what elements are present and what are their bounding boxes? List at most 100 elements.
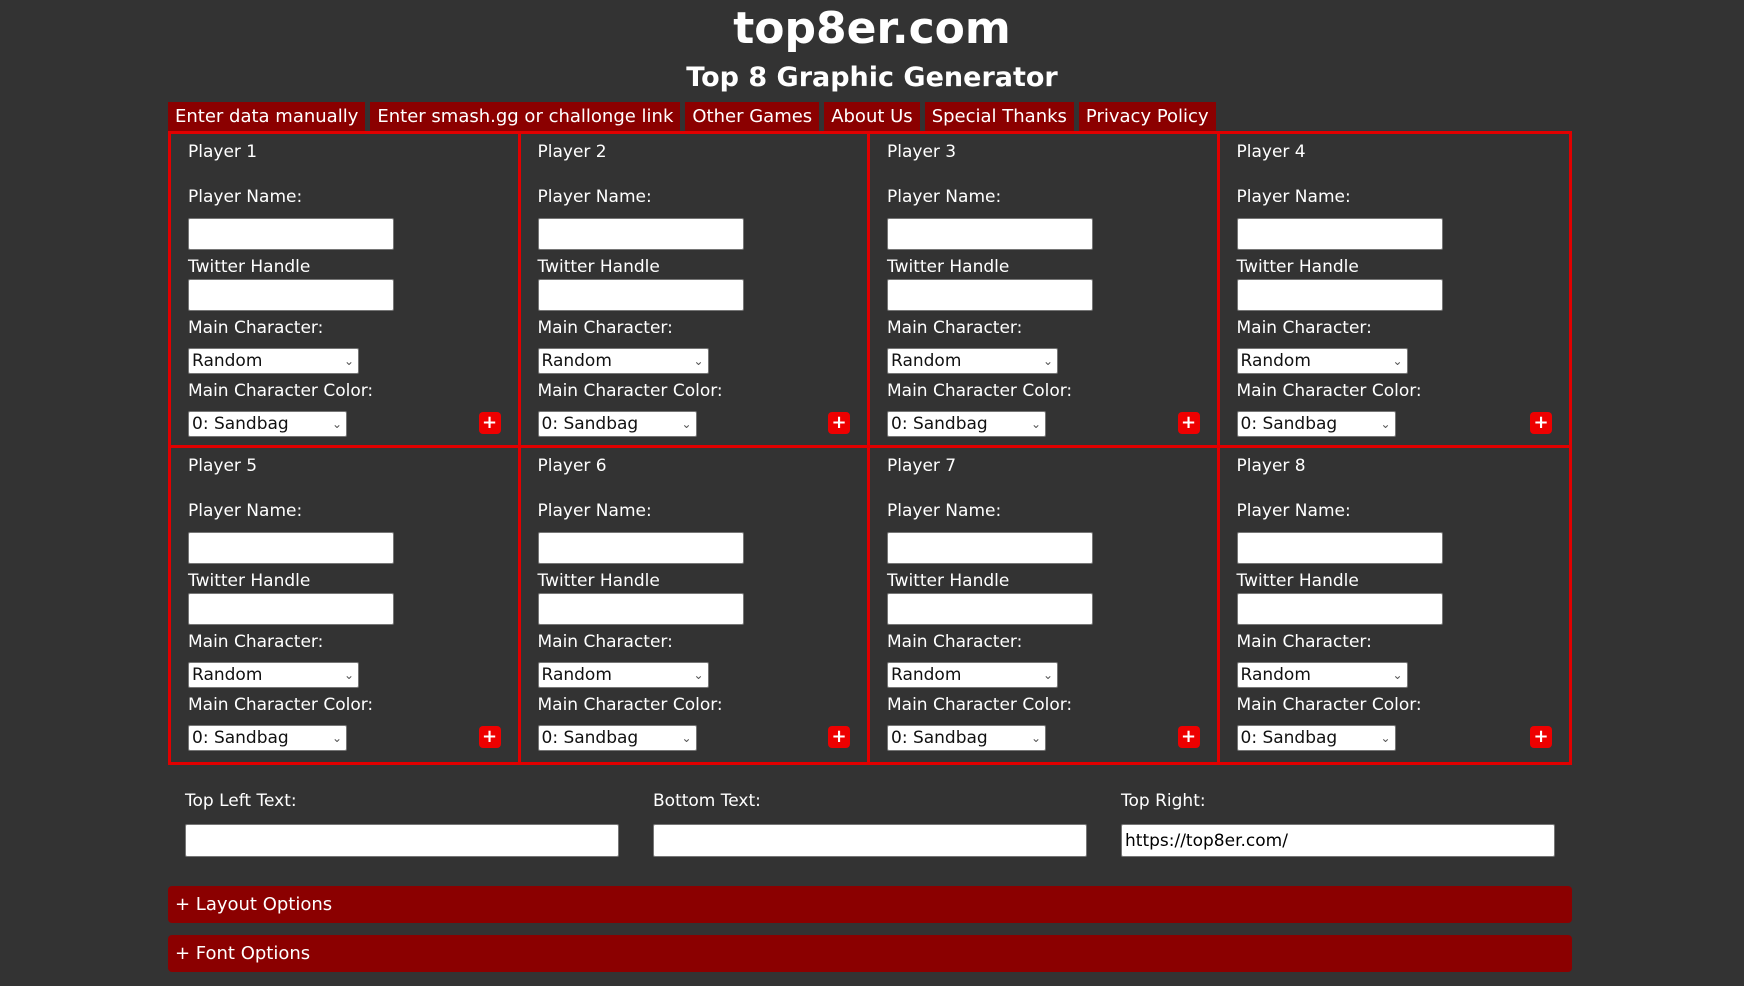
chevron-down-icon: ⌄	[331, 417, 342, 431]
player-name-label: Player Name:	[537, 187, 652, 207]
player-name-input[interactable]	[1236, 532, 1443, 564]
player-name-input[interactable]	[887, 218, 1093, 250]
main-character-value: Random	[891, 351, 962, 371]
font-options-accordion[interactable]: + Font Options	[168, 935, 1572, 972]
main-character-select[interactable]: Random ⌄	[188, 662, 359, 688]
twitter-handle-input[interactable]	[537, 593, 744, 625]
add-character-button[interactable]: +	[1177, 412, 1200, 434]
tab-enter-manually[interactable]: Enter data manually	[168, 102, 366, 131]
main-character-value: Random	[1240, 351, 1311, 371]
chevron-down-icon: ⌄	[1030, 731, 1041, 745]
main-character-color-select[interactable]: 0: Sandbag ⌄	[537, 411, 697, 437]
page-subtitle: Top 8 Graphic Generator	[686, 62, 1058, 93]
main-character-color-value: 0: Sandbag	[891, 728, 988, 748]
tab-special-thanks[interactable]: Special Thanks	[924, 102, 1074, 131]
add-character-button[interactable]: +	[478, 726, 501, 748]
main-character-color-value: 0: Sandbag	[1240, 728, 1338, 748]
main-character-color-select[interactable]: 0: Sandbag ⌄	[537, 725, 697, 751]
chevron-down-icon: ⌄	[681, 731, 692, 745]
bottom-text-input[interactable]	[653, 824, 1087, 857]
twitter-handle-label: Twitter Handle	[188, 257, 311, 277]
twitter-handle-label: Twitter Handle	[537, 257, 660, 277]
add-character-button[interactable]: +	[1177, 726, 1200, 748]
player-title: Player 7	[887, 456, 957, 476]
chevron-down-icon: ⌄	[1380, 417, 1391, 431]
player-title: Player 5	[188, 456, 258, 476]
main-character-color-label: Main Character Color:	[188, 381, 374, 401]
twitter-handle-label: Twitter Handle	[1236, 571, 1359, 591]
add-character-button[interactable]: +	[828, 412, 850, 434]
tab-privacy-policy[interactable]: Privacy Policy	[1078, 102, 1216, 131]
player-title: Player 2	[537, 142, 607, 162]
add-character-button[interactable]: +	[478, 412, 501, 434]
twitter-handle-input[interactable]	[887, 593, 1093, 625]
twitter-handle-input[interactable]	[537, 279, 744, 311]
main-character-select[interactable]: Random ⌄	[537, 348, 709, 374]
site-title: top8er.com	[733, 3, 1011, 54]
player-title: Player 8	[1236, 456, 1306, 476]
top-left-text-input[interactable]	[185, 824, 619, 857]
main-character-color-select[interactable]: 0: Sandbag ⌄	[1236, 725, 1396, 751]
bottom-text-label: Bottom Text:	[653, 791, 761, 811]
twitter-handle-input[interactable]	[1236, 279, 1443, 311]
main-character-color-value: 0: Sandbag	[192, 728, 289, 748]
twitter-handle-input[interactable]	[188, 593, 394, 625]
twitter-handle-label: Twitter Handle	[537, 571, 660, 591]
main-character-color-select[interactable]: 0: Sandbag ⌄	[1236, 411, 1396, 437]
main-character-select[interactable]: Random ⌄	[1236, 348, 1408, 374]
main-character-color-label: Main Character Color:	[1236, 381, 1422, 401]
layout-options-accordion[interactable]: + Layout Options	[168, 886, 1572, 923]
players-grid: Player 1 Player Name: Twitter Handle Main C…	[168, 131, 1572, 765]
player-title: Player 4	[1236, 142, 1306, 162]
main-character-select[interactable]: Random ⌄	[887, 348, 1058, 374]
main-character-select[interactable]: Random ⌄	[537, 662, 709, 688]
main-character-color-select[interactable]: 0: Sandbag ⌄	[188, 725, 347, 751]
player-card: Player 8 Player Name: Twitter Handle Main C…	[1220, 448, 1570, 762]
main-character-select[interactable]: Random ⌄	[188, 348, 359, 374]
add-character-button[interactable]: +	[1530, 726, 1552, 748]
chevron-down-icon: ⌄	[693, 668, 704, 682]
chevron-down-icon: ⌄	[1380, 731, 1391, 745]
add-character-button[interactable]: +	[828, 726, 850, 748]
main-character-color-label: Main Character Color:	[887, 381, 1073, 401]
main-character-select[interactable]: Random ⌄	[1236, 662, 1408, 688]
main-character-color-label: Main Character Color:	[188, 695, 374, 715]
main-character-color-select[interactable]: 0: Sandbag ⌄	[887, 411, 1046, 437]
main-character-color-value: 0: Sandbag	[1240, 414, 1338, 434]
chevron-down-icon: ⌄	[1042, 354, 1053, 368]
main-character-color-value: 0: Sandbag	[541, 414, 639, 434]
player-name-input[interactable]	[188, 218, 394, 250]
tab-other-games[interactable]: Other Games	[685, 102, 820, 131]
main-character-color-select[interactable]: 0: Sandbag ⌄	[887, 725, 1046, 751]
player-card: Player 4 Player Name: Twitter Handle Main C…	[1219, 134, 1569, 448]
player-name-label: Player Name:	[188, 501, 303, 521]
player-card: Player 2 Player Name: Twitter Handle Main C…	[520, 134, 870, 448]
player-card: Player 3 Player Name: Twitter Handle Main C…	[870, 134, 1220, 448]
main-character-label: Main Character:	[188, 632, 324, 652]
player-name-input[interactable]	[537, 218, 744, 250]
player-name-input[interactable]	[188, 532, 394, 564]
main-character-color-label: Main Character Color:	[1236, 695, 1422, 715]
top-right-text-input[interactable]	[1121, 824, 1555, 857]
player-card: Player 6 Player Name: Twitter Handle Main C…	[521, 448, 870, 762]
player-name-input[interactable]	[1236, 218, 1443, 250]
main-character-color-select[interactable]: 0: Sandbag ⌄	[188, 411, 347, 437]
main-character-label: Main Character:	[537, 318, 673, 338]
add-character-button[interactable]: +	[1530, 412, 1552, 434]
chevron-down-icon: ⌄	[681, 417, 692, 431]
main-character-value: Random	[891, 665, 962, 685]
twitter-handle-input[interactable]	[188, 279, 394, 311]
twitter-handle-input[interactable]	[887, 279, 1093, 311]
tab-enter-link[interactable]: Enter smash.gg or challonge link	[370, 102, 681, 131]
twitter-handle-input[interactable]	[1236, 593, 1443, 625]
main-character-label: Main Character:	[188, 318, 324, 338]
player-name-input[interactable]	[537, 532, 744, 564]
main-character-color-value: 0: Sandbag	[192, 414, 289, 434]
main-character-label: Main Character:	[1236, 632, 1372, 652]
tab-about-us[interactable]: About Us	[824, 102, 920, 131]
player-card: Player 1 Player Name: Twitter Handle Main C…	[171, 134, 521, 448]
player-name-input[interactable]	[887, 532, 1093, 564]
player-title: Player 6	[537, 456, 607, 476]
main-character-select[interactable]: Random ⌄	[887, 662, 1058, 688]
main-character-label: Main Character:	[1236, 318, 1372, 338]
